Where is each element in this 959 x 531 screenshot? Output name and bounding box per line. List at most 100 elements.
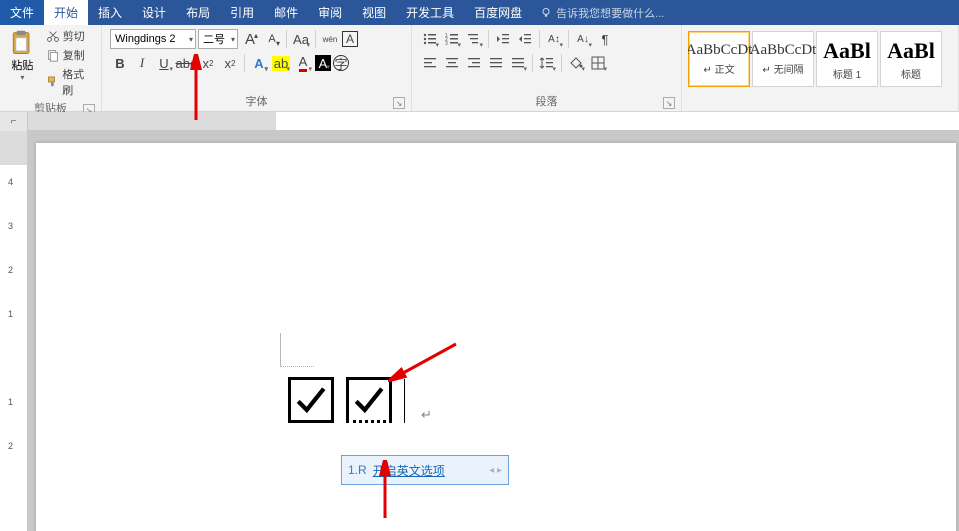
phonetic-guide-button[interactable]: wén xyxy=(320,29,340,49)
style-preview: AaBbCcDt xyxy=(688,42,752,59)
font-size-combo[interactable]: 二号▾ xyxy=(198,29,238,49)
copy-button[interactable]: 复制 xyxy=(43,46,97,64)
bullets-icon xyxy=(422,31,438,47)
ribbon: 粘贴 ▾ 剪切 复制 格式刷 剪贴板 ↘ xyxy=(0,25,959,112)
superscript-button[interactable]: x2 xyxy=(220,53,240,73)
ime-key: 1.R xyxy=(348,463,367,477)
line-spacing-icon xyxy=(539,55,555,71)
style-preview: AaBl xyxy=(887,38,935,64)
font-name-combo[interactable]: Wingdings 2▾ xyxy=(110,29,196,49)
underline-button[interactable]: U xyxy=(154,53,174,73)
outdent-icon xyxy=(495,31,511,47)
ime-link[interactable]: 开启英文选项 xyxy=(373,462,445,479)
paragraph-dialog-launcher[interactable]: ↘ xyxy=(663,97,675,109)
align-left-icon xyxy=(422,55,438,71)
enclose-char-button[interactable]: 字 xyxy=(333,55,349,71)
style-preview: AaBbCcDt xyxy=(750,42,817,59)
tab-review[interactable]: 审阅 xyxy=(308,0,352,25)
bold-button[interactable]: B xyxy=(110,53,130,73)
group-styles: AaBbCcDt ↵ 正文 AaBbCcDt ↵ 无间隔 AaBl 标题 1 A… xyxy=(682,25,959,111)
indent-increase-button[interactable] xyxy=(515,29,535,49)
format-painter-button[interactable]: 格式刷 xyxy=(43,65,97,99)
tab-devtools[interactable]: 开发工具 xyxy=(396,0,464,25)
bucket-icon xyxy=(568,55,584,71)
multilevel-button[interactable] xyxy=(464,29,484,49)
style-no-spacing[interactable]: AaBbCcDt ↵ 无间隔 xyxy=(752,31,814,87)
shrink-font-button[interactable]: A▾ xyxy=(262,29,282,49)
ruler-num: 2 xyxy=(8,441,13,451)
ruler-num: 3 xyxy=(8,221,13,231)
indent-icon xyxy=(517,31,533,47)
ruler-num: 4 xyxy=(8,177,13,187)
group-paragraph: 123 A↕ A↓ ¶ xyxy=(412,25,682,111)
italic-button[interactable]: I xyxy=(132,53,152,73)
tab-home[interactable]: 开始 xyxy=(44,0,88,25)
grow-font-button[interactable]: A▴ xyxy=(240,29,260,49)
tab-layout[interactable]: 布局 xyxy=(176,0,220,25)
align-right-icon xyxy=(466,55,482,71)
line-spacing-button[interactable] xyxy=(537,53,557,73)
tab-baidu[interactable]: 百度网盘 xyxy=(464,0,532,25)
distribute-icon xyxy=(510,55,526,71)
cut-label: 剪切 xyxy=(63,28,85,44)
paste-button[interactable]: 粘贴 ▾ xyxy=(4,27,41,82)
highlight-button[interactable]: ab xyxy=(271,53,291,73)
copy-label: 复制 xyxy=(63,47,85,63)
sort-button[interactable]: A↓ xyxy=(573,29,593,49)
style-name: ↵ 无间隔 xyxy=(762,61,803,76)
tab-mail[interactable]: 邮件 xyxy=(264,0,308,25)
style-name: 标题 xyxy=(901,66,921,81)
tell-me-search[interactable]: 告诉我您想要做什么... xyxy=(532,0,959,25)
numbering-button[interactable]: 123 xyxy=(442,29,462,49)
text-cursor xyxy=(404,379,405,423)
distribute-button[interactable] xyxy=(508,53,528,73)
checkbox-glyph xyxy=(288,377,334,423)
shading-button[interactable] xyxy=(566,53,586,73)
char-shading-button[interactable]: A xyxy=(315,55,331,71)
char-border-button[interactable]: A xyxy=(342,31,358,47)
margin-guide xyxy=(280,333,314,367)
tab-references[interactable]: 引用 xyxy=(220,0,264,25)
paragraph-group-label: 段落 ↘ xyxy=(416,92,677,111)
borders-button[interactable] xyxy=(588,53,608,73)
tab-file[interactable]: 文件 xyxy=(0,0,44,25)
document-area[interactable]: ↵ 1.R 开启英文选项 ◂ ▸ xyxy=(28,131,959,531)
strike-button[interactable]: abc xyxy=(176,53,196,73)
group-clipboard: 粘贴 ▾ 剪切 复制 格式刷 剪贴板 ↘ xyxy=(0,25,102,111)
font-dialog-launcher[interactable]: ↘ xyxy=(393,97,405,109)
cut-button[interactable]: 剪切 xyxy=(43,27,97,45)
align-left-button[interactable] xyxy=(420,53,440,73)
change-case-button[interactable]: Aa xyxy=(291,29,311,49)
bullets-button[interactable] xyxy=(420,29,440,49)
align-center-icon xyxy=(444,55,460,71)
checkbox-glyph-ime xyxy=(346,377,392,423)
style-normal[interactable]: AaBbCcDt ↵ 正文 xyxy=(688,31,750,87)
ruler-vertical[interactable]: 4 3 2 1 1 2 xyxy=(0,131,28,531)
tab-view[interactable]: 视图 xyxy=(352,0,396,25)
style-heading1[interactable]: AaBl 标题 1 xyxy=(816,31,878,87)
show-marks-button[interactable]: ¶ xyxy=(595,29,615,49)
font-group-label: 字体 ↘ xyxy=(106,92,407,111)
text-effects-button[interactable]: A xyxy=(249,53,269,73)
font-color-button[interactable]: A xyxy=(293,53,313,73)
ruler-num: 2 xyxy=(8,265,13,275)
checkmark-icon xyxy=(294,383,328,417)
ruler-num: 1 xyxy=(8,397,13,407)
justify-button[interactable] xyxy=(486,53,506,73)
brush-icon xyxy=(46,75,59,89)
ime-candidate-box[interactable]: 1.R 开启英文选项 ◂ ▸ xyxy=(341,455,509,485)
tab-insert[interactable]: 插入 xyxy=(88,0,132,25)
align-center-button[interactable] xyxy=(442,53,462,73)
style-title[interactable]: AaBl 标题 xyxy=(880,31,942,87)
justify-icon xyxy=(488,55,504,71)
indent-decrease-button[interactable] xyxy=(493,29,513,49)
font-size-value: 二号 xyxy=(203,31,225,47)
subscript-button[interactable]: x2 xyxy=(198,53,218,73)
align-right-button[interactable] xyxy=(464,53,484,73)
copy-icon xyxy=(46,48,60,62)
document-content[interactable]: ↵ xyxy=(288,377,432,423)
h-ruler[interactable] xyxy=(28,112,959,131)
tab-design[interactable]: 设计 xyxy=(132,0,176,25)
text-direction-button[interactable]: A↕ xyxy=(544,29,564,49)
ime-nav[interactable]: ◂ ▸ xyxy=(489,465,502,476)
